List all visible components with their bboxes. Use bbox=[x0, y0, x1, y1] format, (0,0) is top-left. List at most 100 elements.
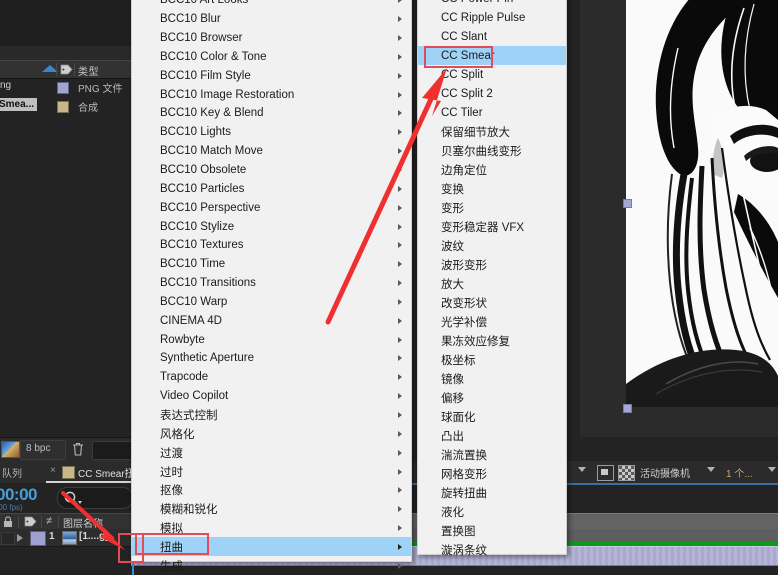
submenu-item-transform[interactable]: 变换 bbox=[418, 179, 566, 198]
lock-icon[interactable] bbox=[3, 516, 13, 528]
submenu-item-magnify[interactable]: 放大 bbox=[418, 274, 566, 293]
render-quality-icon[interactable] bbox=[597, 465, 614, 481]
project-type-column-label[interactable]: 类型 bbox=[78, 63, 99, 78]
submenu-item-cc-slant[interactable]: CC Slant bbox=[418, 27, 566, 46]
project-item-row[interactable]: Smea... 合成 bbox=[0, 96, 131, 115]
menu-item-synthetic-aperture[interactable]: Synthetic Aperture bbox=[132, 349, 411, 368]
submenu-item-cc-power-pin[interactable]: CC Power Pin bbox=[418, 0, 566, 8]
submenu-item-liquify[interactable]: 液化 bbox=[418, 502, 566, 521]
menu-item-label: BCC10 Perspective bbox=[160, 201, 261, 214]
submenu-item-mesh-warp[interactable]: 网格变形 bbox=[418, 464, 566, 483]
menu-item-bcc10-stylize[interactable]: BCC10 Stylize bbox=[132, 217, 411, 236]
menu-item-keying[interactable]: 抠像 bbox=[132, 481, 411, 500]
submenu-item-cc-split-2[interactable]: CC Split 2 bbox=[418, 84, 566, 103]
project-item-row[interactable]: ng PNG 文件 bbox=[0, 77, 131, 96]
camera-view-label[interactable]: 活动摄像机 bbox=[640, 465, 690, 480]
menu-item-cinema-4d[interactable]: CINEMA 4D bbox=[132, 311, 411, 330]
menu-item-expression-controls[interactable]: 表达式控制 bbox=[132, 406, 411, 425]
menu-item-blur-sharpen[interactable]: 模糊和锐化 bbox=[132, 500, 411, 519]
menu-item-distort[interactable]: 扭曲 bbox=[132, 537, 411, 557]
timeline-layer-row[interactable]: 1 [1....g] bbox=[0, 529, 131, 547]
effect-category-menu[interactable]: BCC10 Art Looks BCC10 Blur BCC10 Browser… bbox=[131, 0, 412, 573]
project-list-empty-area[interactable] bbox=[0, 115, 131, 437]
menu-item-bcc10-obsolete[interactable]: BCC10 Obsolete bbox=[132, 161, 411, 180]
submenu-item-warp-stabilizer-vfx[interactable]: 变形稳定器 VFX bbox=[418, 217, 566, 236]
menu-item-stylize[interactable]: 风格化 bbox=[132, 424, 411, 443]
tag-icon[interactable] bbox=[24, 516, 37, 527]
render-queue-tab[interactable]: 队列 bbox=[2, 465, 22, 480]
submenu-item-cc-split[interactable]: CC Split bbox=[418, 65, 566, 84]
chevron-right-icon bbox=[398, 430, 402, 437]
submenu-item-detail-preserving-upscale[interactable]: 保留细节放大 bbox=[418, 122, 566, 141]
trash-icon[interactable] bbox=[72, 442, 84, 456]
submenu-item-cc-smear[interactable]: CC Smear bbox=[418, 46, 566, 65]
close-icon[interactable]: × bbox=[50, 465, 56, 476]
menu-item-transition[interactable]: 过渡 bbox=[132, 443, 411, 462]
menu-item-bcc10-perspective[interactable]: BCC10 Perspective bbox=[132, 198, 411, 217]
menu-item-bcc10-key-blend[interactable]: BCC10 Key & Blend bbox=[132, 104, 411, 123]
menu-item-bcc10-particles[interactable]: BCC10 Particles bbox=[132, 179, 411, 198]
menu-item-bcc10-color-tone[interactable]: BCC10 Color & Tone bbox=[132, 48, 411, 67]
chevron-down-icon[interactable] bbox=[768, 467, 776, 472]
menu-item-trapcode[interactable]: Trapcode bbox=[132, 368, 411, 387]
submenu-item-corner-pin[interactable]: 边角定位 bbox=[418, 160, 566, 179]
timeline-search-input[interactable] bbox=[57, 487, 133, 509]
layer-name-column-label[interactable]: 图层名称 bbox=[63, 515, 103, 530]
layer-color-swatch[interactable] bbox=[30, 531, 46, 546]
menu-item-generate[interactable]: 生成 bbox=[132, 556, 411, 575]
menu-item-video-copilot[interactable]: Video Copilot bbox=[132, 387, 411, 406]
menu-item-bcc10-match-move[interactable]: BCC10 Match Move bbox=[132, 142, 411, 161]
submenu-item-optics-compensation[interactable]: 光学补偿 bbox=[418, 312, 566, 331]
submenu-item-offset[interactable]: 偏移 bbox=[418, 388, 566, 407]
chevron-down-icon[interactable] bbox=[578, 467, 586, 472]
submenu-item-displacement-map[interactable]: 置换图 bbox=[418, 521, 566, 540]
submenu-item-wave-warp[interactable]: 波形变形 bbox=[418, 255, 566, 274]
project-item-name[interactable]: ng bbox=[0, 80, 11, 91]
submenu-item-bulge[interactable]: 凸出 bbox=[418, 426, 566, 445]
submenu-item-smear[interactable]: 漩涡条纹 bbox=[418, 540, 566, 559]
menu-item-simulation[interactable]: 模拟 bbox=[132, 519, 411, 538]
tag-icon[interactable] bbox=[60, 64, 73, 75]
submenu-item-cc-ripple-pulse[interactable]: CC Ripple Pulse bbox=[418, 8, 566, 27]
menu-item-bcc10-image-restoration[interactable]: BCC10 Image Restoration bbox=[132, 85, 411, 104]
selection-handle-icon[interactable] bbox=[623, 199, 632, 208]
submenu-item-spherize[interactable]: 球面化 bbox=[418, 407, 566, 426]
submenu-item-mirror[interactable]: 镜像 bbox=[418, 369, 566, 388]
column-divider bbox=[58, 516, 59, 528]
menu-item-rowbyte[interactable]: Rowbyte bbox=[132, 330, 411, 349]
project-search-field[interactable] bbox=[92, 441, 133, 460]
chevron-down-icon[interactable] bbox=[707, 467, 715, 472]
comp-tab-label[interactable]: CC Smear扭 bbox=[78, 465, 135, 480]
current-time-display[interactable]: 00:00 bbox=[0, 485, 37, 505]
menu-item-bcc10-textures[interactable]: BCC10 Textures bbox=[132, 236, 411, 255]
submenu-item-polar-coordinates[interactable]: 极坐标 bbox=[418, 350, 566, 369]
submenu-item-twirl[interactable]: 旋转扭曲 bbox=[418, 483, 566, 502]
menu-item-bcc10-film-style[interactable]: BCC10 Film Style bbox=[132, 66, 411, 85]
layer-name-label[interactable]: [1....g] bbox=[79, 531, 108, 542]
menu-item-bcc10-lights[interactable]: BCC10 Lights bbox=[132, 123, 411, 142]
menu-item-bcc10-browser[interactable]: BCC10 Browser bbox=[132, 29, 411, 48]
submenu-item-reshape[interactable]: 改变形状 bbox=[418, 293, 566, 312]
submenu-item-bezier-warp[interactable]: 贝塞尔曲线变形 bbox=[418, 141, 566, 160]
menu-item-bcc10-transitions[interactable]: BCC10 Transitions bbox=[132, 274, 411, 293]
disclosure-triangle-icon[interactable] bbox=[17, 534, 23, 542]
menu-item-bcc10-time[interactable]: BCC10 Time bbox=[132, 255, 411, 274]
distort-effects-submenu[interactable]: CC Power Pin CC Ripple Pulse CC Slant CC… bbox=[417, 0, 567, 557]
not-equal-icon[interactable]: ≠ bbox=[46, 515, 52, 527]
composition-artwork[interactable] bbox=[626, 0, 778, 407]
project-item-name-selected[interactable]: Smea... bbox=[0, 98, 38, 111]
menu-item-obsolete[interactable]: 过时 bbox=[132, 462, 411, 481]
transparency-grid-icon[interactable] bbox=[618, 465, 635, 481]
submenu-item-cc-tiler[interactable]: CC Tiler bbox=[418, 103, 566, 122]
menu-item-bcc10-blur[interactable]: BCC10 Blur bbox=[132, 10, 411, 29]
search-icon[interactable] bbox=[63, 490, 83, 506]
submenu-item-warp[interactable]: 变形 bbox=[418, 198, 566, 217]
selection-handle-icon[interactable] bbox=[623, 404, 632, 413]
submenu-item-turbulent-displace[interactable]: 湍流置换 bbox=[418, 445, 566, 464]
menu-item-bcc10-warp[interactable]: BCC10 Warp bbox=[132, 293, 411, 312]
view-count-label[interactable]: 1 个... bbox=[726, 465, 753, 480]
submenu-item-rolling-shutter-repair[interactable]: 果冻效应修复 bbox=[418, 331, 566, 350]
submenu-item-ripple[interactable]: 波纹 bbox=[418, 236, 566, 255]
menu-item-bcc10-art-looks[interactable]: BCC10 Art Looks bbox=[132, 0, 411, 10]
eye-toggle-icon[interactable] bbox=[1, 532, 15, 545]
